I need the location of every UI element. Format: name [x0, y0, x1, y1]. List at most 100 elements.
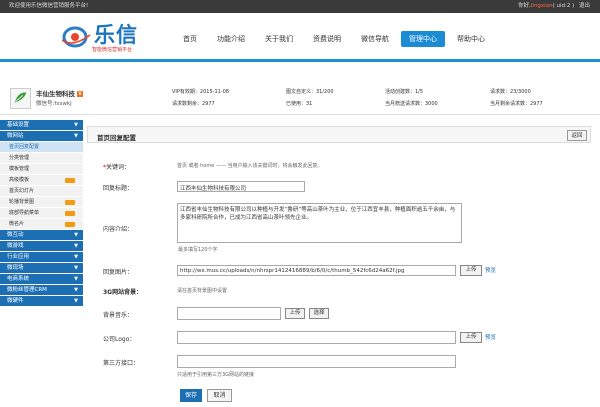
cancel-button[interactable]: 取消: [207, 389, 232, 402]
sidebar-item-label: 首页回复配置: [9, 144, 40, 150]
monthly-gift: 当月赠送请求数：3000: [385, 101, 438, 107]
logo-upload-button[interactable]: 上传: [460, 332, 482, 343]
sidebar-item-label: 模板管理: [9, 166, 30, 172]
request-count: 请求数：23/3000: [490, 89, 531, 95]
new-badge-icon: [65, 211, 75, 216]
chevron-down-icon: ▼: [74, 254, 78, 260]
nav-item-5[interactable]: 管理中心: [401, 31, 445, 47]
keyword-hint: 首页 或者 home —— 当用户输入该关键词时，将会触发此回复。: [177, 163, 323, 169]
back-button[interactable]: 返回: [567, 130, 587, 141]
leaf-logo-icon: [14, 92, 27, 103]
chevron-down-icon: ▼: [74, 298, 78, 304]
sidebar-item-label: 微名片: [9, 221, 25, 227]
third-party-label: 第三方接口：: [103, 360, 140, 367]
third-party-input[interactable]: [177, 355, 456, 368]
chevron-down-icon: ▼: [74, 232, 78, 238]
sidebar: 基础设置 ▼ 微网站 ▼ 首页回复配置 分类管理 模板管理 高级模板 首页幻灯片 轮播背景图 底部导…: [0, 120, 83, 407]
chevron-down-icon: ▼: [74, 276, 78, 282]
account-bar: 丰仙生物科技 V 微信号:fxswkj VIP有效期：2015-11-08 请求数…: [0, 82, 600, 115]
sidebar-item-label: 微互动: [7, 232, 24, 238]
avatar: [10, 88, 31, 109]
sidebar-item-7[interactable]: 轮播背景图: [0, 197, 83, 208]
new-badge-icon: [65, 178, 75, 183]
sidebar-item-label: 电商系统: [7, 276, 30, 282]
sidebar-item-15[interactable]: 微粉丝管理CRM ▼: [0, 285, 83, 296]
sidebar-item-label: 高级模板: [9, 177, 30, 183]
welcome-text: 欢迎使用乐信微信营销服务平台!: [9, 3, 89, 9]
user-info: 你好,lingxian( uid:2 ) 退出: [518, 0, 590, 13]
greeting: 你好,: [518, 3, 531, 9]
sidebar-item-label: 行业应用: [7, 254, 30, 260]
sidebar-item-9[interactable]: 微名片: [0, 219, 83, 230]
logo[interactable]: 乐信 智能微信营销平台: [62, 21, 152, 55]
logo-preview-link[interactable]: 预览: [485, 333, 496, 341]
activity-count: 活动创建数：1/5: [385, 89, 424, 95]
chevron-down-icon: ▼: [74, 265, 78, 271]
sidebar-item-14[interactable]: 电商系统 ▼: [0, 274, 83, 285]
panel-header: 首页回复配置 返回: [87, 126, 591, 143]
requests-remaining: 请求数剩余：2977: [172, 101, 215, 107]
music-label: 背景音乐：: [103, 312, 134, 319]
chevron-down-icon: ▼: [74, 287, 78, 293]
logout-link[interactable]: 退出: [579, 3, 590, 9]
nav-item-0[interactable]: 首页: [175, 31, 205, 47]
third-party-hint: 只适用于引用第三方3G网站的链接: [177, 372, 255, 378]
header: 乐信 智能微信营销平台 首页 功能介绍 关于我们 资费说明 微信导航 管理中心 帮助中心: [0, 13, 600, 62]
sidebar-item-2[interactable]: 首页回复配置: [0, 142, 83, 153]
intro-textarea[interactable]: 江西省丰仙生物科技有限公司以种植与开发“鲁研”等高山茶叶为主业，位于江西宜丰县，…: [177, 203, 462, 243]
logo-input[interactable]: [177, 331, 456, 344]
save-button[interactable]: 保存: [180, 389, 202, 402]
reply-title-input[interactable]: 江西丰仙生物科技有限公司: [177, 181, 305, 192]
nav-item-4[interactable]: 微信导航: [353, 31, 397, 47]
nav-item-1[interactable]: 功能介绍: [209, 31, 253, 47]
image-upload-button[interactable]: 上传: [460, 265, 482, 276]
account-name: 丰仙生物科技 V: [36, 90, 83, 98]
logo-text: 乐信: [94, 22, 138, 47]
nav-item-6[interactable]: 帮助中心: [449, 31, 493, 47]
sidebar-item-10[interactable]: 微互动 ▼: [0, 230, 83, 241]
sidebar-item-5[interactable]: 高级模板: [0, 175, 83, 186]
intro-hint: 最多填写120个字: [178, 247, 218, 253]
verified-icon: V: [77, 91, 83, 97]
music-input[interactable]: [177, 307, 281, 320]
new-badge-icon: [65, 222, 75, 227]
sidebar-item-label: 底部导航菜单: [9, 210, 40, 216]
reply-title-label: 回复标题：: [103, 185, 134, 192]
sidebar-item-label: 基础设置: [7, 122, 30, 128]
sidebar-item-1[interactable]: 微网站 ▼: [0, 131, 83, 142]
nav-item-3[interactable]: 资费说明: [305, 31, 349, 47]
music-select-button[interactable]: 选择: [309, 308, 329, 319]
sidebar-item-12[interactable]: 行业应用 ▼: [0, 252, 83, 263]
chevron-down-icon: ▼: [74, 133, 78, 139]
vip-expiry: VIP有效期：2015-11-08: [172, 89, 229, 95]
monthly-remaining: 当月剩余请求数：2977: [490, 101, 543, 107]
wechat-id: 微信号:fxswkj: [36, 101, 72, 107]
new-badge-icon: [65, 200, 75, 205]
sidebar-item-label: 首页幻灯片: [9, 188, 35, 194]
image-url-input[interactable]: http://wx.mus.cc/uploads/n/nhrspr1412416…: [177, 265, 456, 276]
sidebar-item-3[interactable]: 分类管理: [0, 153, 83, 164]
sidebar-item-0[interactable]: 基础设置 ▼: [0, 120, 83, 131]
sidebar-item-label: 微游戏: [7, 243, 24, 249]
uid-text: ( uid:2 ): [552, 3, 575, 9]
sidebar-item-13[interactable]: 微现场 ▼: [0, 263, 83, 274]
sidebar-item-6[interactable]: 首页幻灯片: [0, 186, 83, 197]
page-title: 首页回复配置: [97, 134, 136, 142]
used-count: 已使用：31: [286, 101, 313, 107]
music-upload-button[interactable]: 上传: [285, 308, 305, 319]
keyword-label: *关键词：: [103, 164, 131, 171]
sidebar-item-4[interactable]: 模板管理: [0, 164, 83, 175]
nav-item-2[interactable]: 关于我们: [257, 31, 301, 47]
sidebar-item-16[interactable]: 微硬件 ▼: [0, 296, 83, 307]
image-preview-link[interactable]: 预览: [485, 266, 496, 274]
bg3g-hint: 请在首页背景图中设置: [177, 288, 228, 294]
username-link[interactable]: lingxian: [531, 3, 553, 9]
sidebar-item-label: 轮播背景图: [9, 199, 35, 205]
sidebar-item-11[interactable]: 微游戏 ▼: [0, 241, 83, 252]
bg3g-label: 3G网站背景：: [103, 289, 143, 296]
image-text-custom: 图文自定义：31/200: [286, 89, 334, 95]
sidebar-item-label: 分类管理: [9, 155, 30, 161]
sidebar-item-8[interactable]: 底部导航菜单: [0, 208, 83, 219]
top-bar: 欢迎使用乐信微信营销服务平台! 你好,lingxian( uid:2 ) 退出: [0, 0, 600, 13]
image-label: 回复图片：: [103, 269, 134, 276]
